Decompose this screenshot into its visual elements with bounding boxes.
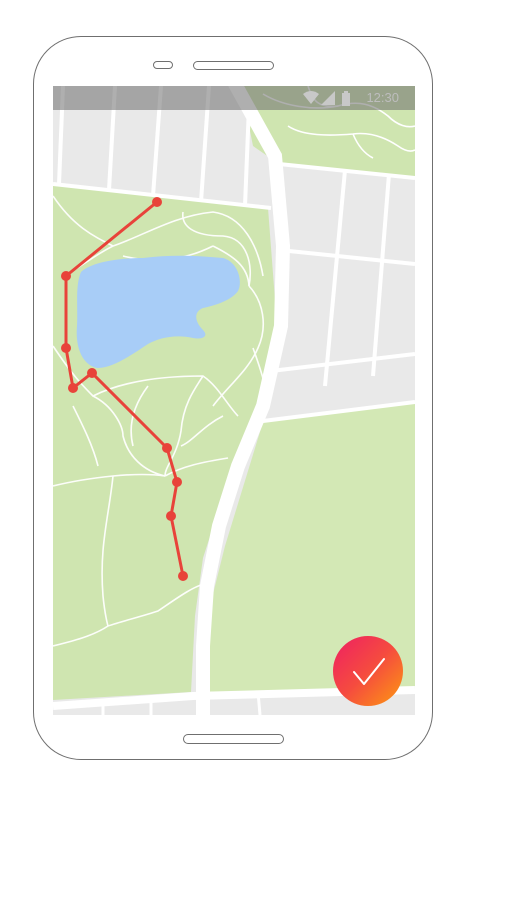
phone-screen: 12:30	[53, 86, 415, 715]
earpiece-speaker	[193, 61, 274, 70]
confirm-button[interactable]	[333, 636, 403, 706]
status-time: 12:30	[366, 90, 399, 105]
route-waypoint[interactable]	[172, 477, 182, 487]
route-waypoint[interactable]	[166, 511, 176, 521]
map[interactable]	[53, 86, 415, 715]
route-waypoint[interactable]	[178, 571, 188, 581]
battery-icon	[342, 91, 350, 106]
route-waypoint[interactable]	[61, 271, 71, 281]
wifi-icon	[303, 91, 319, 104]
route-waypoint[interactable]	[162, 443, 172, 453]
route-waypoint[interactable]	[87, 368, 97, 378]
route-waypoint[interactable]	[61, 343, 71, 353]
signal-icon	[321, 91, 335, 105]
check-icon	[353, 658, 385, 685]
front-camera	[153, 61, 173, 69]
home-button[interactable]	[183, 734, 284, 744]
route-waypoint[interactable]	[68, 383, 78, 393]
route-waypoint[interactable]	[152, 197, 162, 207]
status-bar: 12:30	[53, 86, 415, 110]
device-mockup: 12:30	[0, 0, 512, 907]
